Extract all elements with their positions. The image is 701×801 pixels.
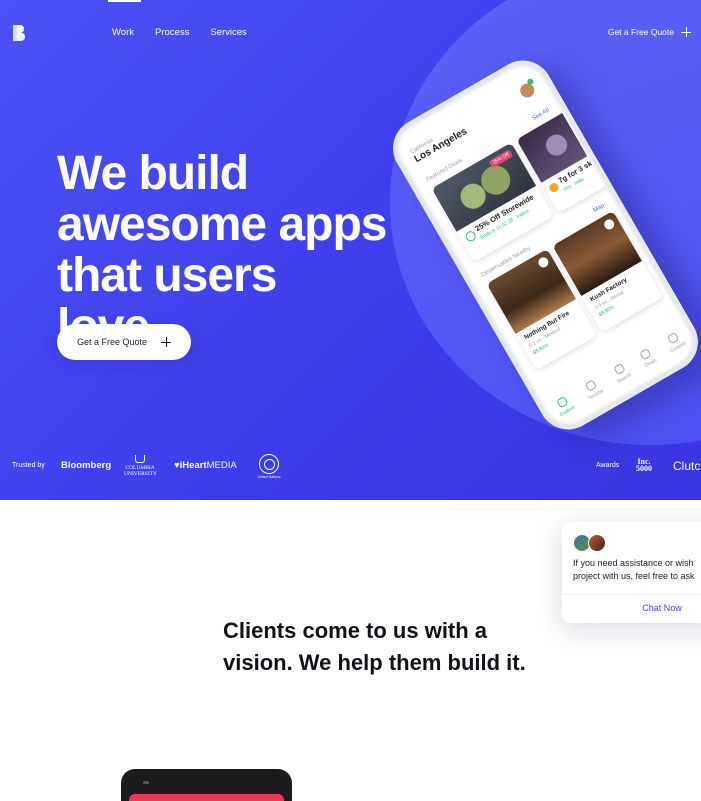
- tab-search: Search: [610, 362, 633, 385]
- nav-item-work[interactable]: Work: [112, 27, 134, 38]
- phone-screen: California Los Angeles Featured Deals Se…: [391, 59, 700, 431]
- avatar: [514, 78, 540, 103]
- plus-icon: [161, 337, 172, 347]
- chat-widget: If you need assistance or wish project w…: [562, 522, 701, 623]
- main-nav: Work Process Services: [112, 27, 247, 38]
- hero-headline: We build awesome apps that users love.: [57, 147, 387, 352]
- phone-mockup: California Los Angeles Featured Deals Se…: [350, 40, 701, 441]
- un-wordmark: United Nations: [257, 475, 281, 479]
- nav-active-indicator: [108, 0, 141, 2]
- map-link: Map: [592, 202, 606, 214]
- header-quote-label: Get a Free Quote: [607, 27, 674, 37]
- brand-logo-icon[interactable]: [12, 24, 26, 42]
- crown-icon: [135, 455, 145, 463]
- hero-quote-label: Get a Free Quote: [76, 337, 148, 347]
- globe-icon: [259, 454, 279, 474]
- columbia-wordmark: COLUMBIA UNIVERSITY: [124, 465, 157, 477]
- plus-icon: [681, 27, 691, 37]
- nav-item-services[interactable]: Services: [210, 27, 246, 38]
- storefront-icon: [556, 395, 569, 409]
- inc-5000-logo: Inc. 5000: [636, 457, 652, 473]
- clients-heading: Clients come to us with a vision. We hel…: [223, 618, 526, 675]
- clutch-logo: Clutc: [673, 459, 701, 473]
- chat-now-button[interactable]: Chat Now: [562, 603, 701, 613]
- iheartmedia-logo: ♥iHeartMEDIA: [174, 460, 237, 471]
- hero-quote-button[interactable]: Get a Free Quote: [57, 324, 191, 360]
- search-icon: [612, 363, 626, 376]
- pin-icon: [584, 379, 598, 392]
- united-nations-logo: United Nations: [256, 454, 282, 479]
- awards-label: Awards: [596, 462, 620, 469]
- tab-explore: Explore: [553, 394, 577, 418]
- device-screen: [129, 794, 284, 801]
- nav-item-process[interactable]: Process: [155, 27, 189, 38]
- tab-custom: Custom: [663, 330, 687, 354]
- chat-message: If you need assistance or wish project w…: [573, 558, 695, 581]
- phone-frame: California Los Angeles Featured Deals Se…: [382, 49, 701, 441]
- tab-deals: Deals: [638, 347, 658, 369]
- avatar: [588, 534, 606, 552]
- page: Work Process Services Get a Free Quote W…: [0, 0, 701, 801]
- phone-device-image: [121, 769, 292, 801]
- trusted-by-label: Trusted by: [12, 462, 45, 469]
- divider: [562, 594, 701, 595]
- bloomberg-logo: Bloomberg: [61, 460, 112, 471]
- leaf-icon: [666, 332, 680, 345]
- flame-icon: [639, 347, 652, 361]
- camera-icon: [143, 781, 149, 784]
- columbia-logo: COLUMBIA UNIVERSITY: [124, 455, 157, 477]
- tab-nearby: Nearby: [582, 378, 605, 401]
- hero-section: Work Process Services Get a Free Quote W…: [0, 0, 701, 500]
- header-quote-button[interactable]: Get a Free Quote: [608, 27, 691, 37]
